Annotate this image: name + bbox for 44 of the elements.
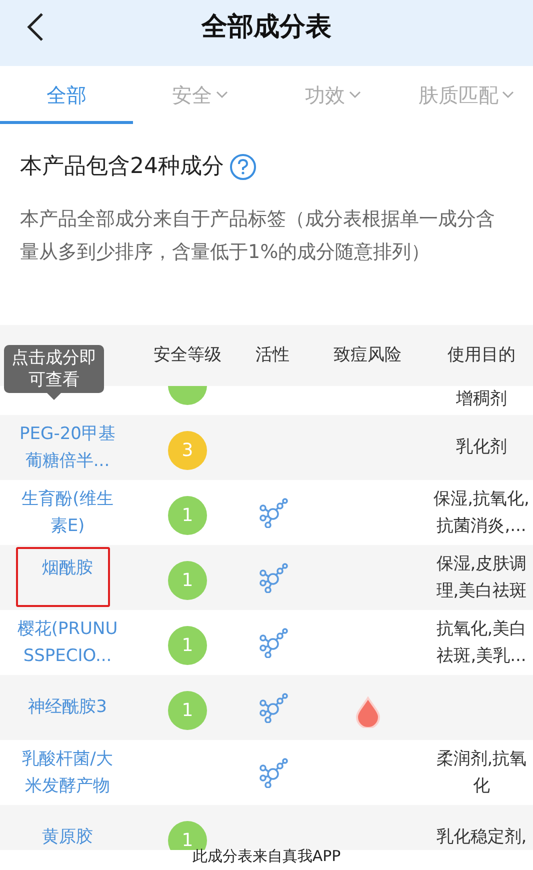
caret-icon <box>502 91 514 99</box>
column-header: 致痘风险 <box>332 344 402 367</box>
molecule-icon <box>258 758 288 788</box>
purpose-text: 柔润剂,抗氧化 <box>435 748 528 798</box>
footer-text: 此成分表来自真我APP <box>192 846 341 866</box>
molecule-icon <box>258 692 288 722</box>
tab[interactable]: 功效 <box>266 66 400 124</box>
page-title: 全部成分表 <box>202 10 332 44</box>
safety-level-badge: 1 <box>168 496 207 535</box>
purpose-text: 保湿,皮肤调理,美白祛斑 <box>435 552 528 602</box>
safety-level-badge: 1 <box>168 691 207 730</box>
molecule-icon <box>258 562 288 592</box>
ingredient-link[interactable]: 樱花(PRUNUSSPECIO... <box>16 616 120 670</box>
tab[interactable]: 安全 <box>133 66 266 124</box>
safety-level-badge: 1 <box>168 561 207 600</box>
back-icon <box>26 12 44 42</box>
caret-icon <box>349 91 362 99</box>
ingredient-link[interactable]: 黄原胶 <box>16 824 120 850</box>
safety-level-badge: 3 <box>168 431 207 470</box>
column-header: 使用目的 <box>446 344 516 367</box>
ingredient-link[interactable]: 烟酰胺 <box>16 555 120 582</box>
column-header: 活性 <box>254 344 290 367</box>
purpose-text: 增稠剂 <box>455 388 508 411</box>
ingredient-link[interactable]: 生育酚(维生素E) <box>16 486 120 540</box>
tab[interactable]: 全部 <box>0 66 134 124</box>
ingredient-link[interactable]: 乳酸杆菌/大米发酵产物 <box>16 746 120 800</box>
column-header: 安全等级 <box>152 344 222 367</box>
caret-icon <box>216 91 228 99</box>
ingredient-link[interactable]: 神经酰胺3 <box>16 694 120 721</box>
safety-level-badge: 1 <box>168 821 207 850</box>
purpose-text: 乳化稳定剂, <box>435 826 528 849</box>
molecule-icon <box>258 628 288 658</box>
tooltip: 点击成分即可查看 <box>4 345 104 393</box>
summary-title: 本产品包含24种成分 <box>20 153 224 181</box>
molecule-icon <box>258 498 288 528</box>
safety-level-badge: 1 <box>168 626 207 665</box>
purpose-text: 保湿,抗氧化,抗菌消炎,... <box>432 488 530 538</box>
ingredient-link[interactable]: PEG-20甲基葡糖倍半... <box>16 420 120 474</box>
tab[interactable]: 肤质匹配 <box>400 66 533 124</box>
drop-icon <box>354 696 380 728</box>
purpose-text: 抗氧化,美白祛斑,美乳... <box>435 618 528 668</box>
summary-description: 本产品全部成分来自于产品标签（成分表根据单一成分含量从多到少排序，含量低于1%的成分随意排列） <box>20 207 496 265</box>
help-icon[interactable] <box>230 154 256 180</box>
purpose-text: 乳化剂 <box>455 436 508 459</box>
